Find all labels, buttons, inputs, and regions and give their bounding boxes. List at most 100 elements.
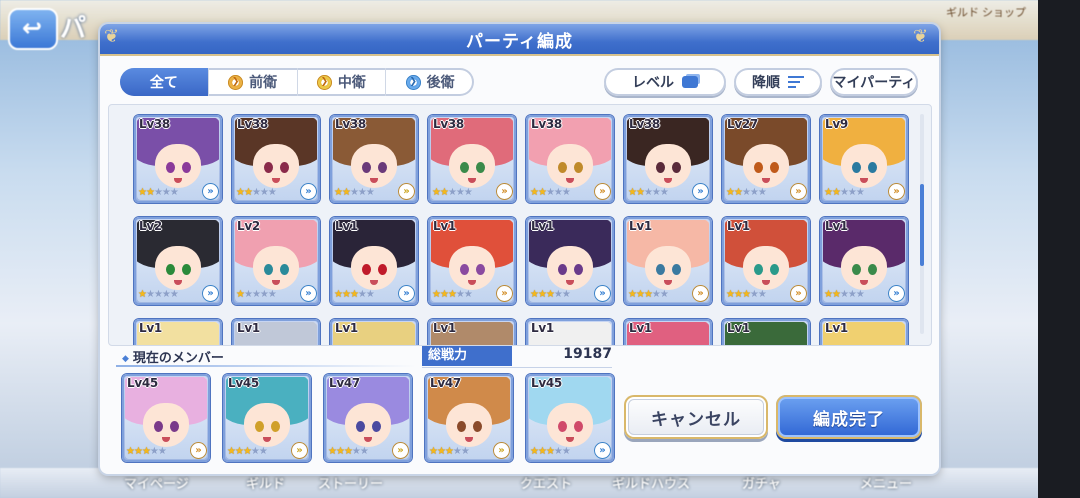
tab-rear[interactable]: ❯ 後衛 [386,68,474,96]
member-card[interactable]: Lv47 ★★★★★» [324,374,412,462]
front-position-icon: » [496,285,513,302]
level-label: Lv38 [139,117,170,131]
back-position-icon: » [594,442,611,459]
front-icon: ❯ [228,74,244,90]
character-card[interactable]: Lv1★★★★★» [428,217,516,305]
star-icon: ★ [855,187,865,198]
cancel-button[interactable]: キャンセル [624,395,768,439]
character-card[interactable]: Lv38 ★★★★★» [428,115,516,203]
nav-gacha[interactable]: ガチャ [742,473,781,492]
portrait-eye [264,162,273,173]
character-card[interactable]: Lv1★★★★★» [134,319,222,345]
character-card[interactable]: Lv1★★★★★» [624,217,712,305]
star-rating: ★★★★★ [726,187,767,198]
portrait-eye [770,264,779,275]
my-party-button[interactable]: マイパーティ [830,68,918,96]
star-rating: ★★★★★ [227,446,268,457]
star-icon: ★ [227,446,236,457]
character-card[interactable]: Lv1★★★★★» [526,217,614,305]
cards-icon [682,76,698,88]
level-label: Lv47 [430,376,461,390]
star-rating: ★★★★★ [126,446,167,457]
portrait-eye [378,162,387,173]
star-icon: ★ [259,289,269,300]
character-roster[interactable]: Lv38 ★★★★★» Lv38 ★★★★★» Lv38 ★★★★★» Lv38 ★★★★★»… [108,104,932,346]
character-card[interactable]: Lv38 ★★★★★» [526,115,614,203]
back-button[interactable]: ↩ [8,8,58,50]
portrait-eye [574,162,583,173]
star-icon: ★ [651,187,661,198]
portrait-eye [656,162,665,173]
star-icon: ★ [726,289,735,300]
star-icon: ★ [169,187,179,198]
member-card[interactable]: Lv47 ★★★★★» [425,374,513,462]
character-card[interactable]: Lv1★★★★★» [820,319,908,345]
star-icon: ★ [236,289,245,300]
nav-menu[interactable]: メニュー [860,473,912,492]
tab-label: 全て [149,75,178,91]
character-card[interactable]: Lv2 ★★★★★» [232,217,320,305]
confirm-formation-button[interactable]: 編成完了 [776,395,922,439]
character-card[interactable]: Lv27 ★★★★★» [722,115,810,203]
back-position-icon: » [888,285,905,302]
star-icon: ★ [341,187,351,198]
level-label: Lv1 [433,219,456,233]
back-position-icon: » [202,285,219,302]
sort-order-button[interactable]: 降順 [734,68,822,96]
member-card[interactable]: Lv45 ★★★★★» [223,374,311,462]
star-icon: ★ [236,187,245,198]
star-icon: ★ [141,446,151,457]
back-position-icon: » [594,285,611,302]
portrait-eye [170,421,179,432]
star-icon: ★ [328,446,337,457]
portrait-eye [255,421,264,432]
level-label: Lv45 [127,376,158,390]
nav-mypage[interactable]: マイページ [124,473,189,492]
portrait-eye [754,264,763,275]
star-rating: ★★★★★ [138,289,179,300]
character-card[interactable]: Lv38 ★★★★★» [232,115,320,203]
star-icon: ★ [251,187,261,198]
character-card[interactable]: Lv1★★★★★» [428,319,516,345]
nav-story[interactable]: ストーリー [318,473,383,492]
nav-guildhouse[interactable]: ギルドハウス [612,473,690,492]
tab-middle[interactable]: ❯ 中衛 [298,68,387,96]
scrollbar-thumb[interactable] [920,184,924,266]
member-card[interactable]: Lv45 ★★★★★» [526,374,614,462]
portrait-eye [372,421,381,432]
character-card[interactable]: Lv9 ★★★★★» [820,115,908,203]
member-card[interactable]: Lv45 ★★★★★» [122,374,210,462]
sort-icon [788,76,804,88]
star-icon: ★ [530,289,539,300]
star-icon: ★ [343,446,353,457]
character-card[interactable]: Lv38 ★★★★★» [330,115,418,203]
role-filter-tabs: 全て ❯ 前衛 ❯ 中衛 ❯ 後衛 [120,68,474,96]
roster-scrollbar[interactable] [920,114,924,334]
character-card[interactable]: Lv1★★★★★» [820,217,908,305]
character-card[interactable]: Lv1★★★★★» [722,217,810,305]
character-card[interactable]: Lv1★★★★★» [330,319,418,345]
tab-front[interactable]: ❯ 前衛 [209,68,298,96]
portrait-eye [770,162,779,173]
star-rating: ★★★★★ [628,187,669,198]
character-card[interactable]: Lv2 ★★★★★» [134,217,222,305]
character-card[interactable]: Lv1★★★★★» [526,319,614,345]
star-rating: ★★★★★ [726,289,767,300]
character-card[interactable]: Lv1★★★★★» [624,319,712,345]
character-card[interactable]: Lv1★★★★★» [232,319,320,345]
character-card[interactable]: Lv38 ★★★★★» [134,115,222,203]
tab-all[interactable]: 全て [120,68,209,96]
portrait-eye [362,162,371,173]
portrait-eye [356,421,365,432]
star-icon: ★ [169,289,179,300]
character-card[interactable]: Lv1★★★★★» [330,217,418,305]
character-card[interactable]: Lv1★★★★★» [722,319,810,345]
character-card[interactable]: Lv38 ★★★★★» [624,115,712,203]
level-sort-button[interactable]: レベル [604,68,726,96]
star-icon: ★ [847,187,857,198]
star-icon: ★ [628,289,637,300]
ornament-icon: ❦ [913,26,929,47]
nav-quest[interactable]: クエスト [520,473,572,492]
nav-guild[interactable]: ギルド [246,473,285,492]
my-party-label: マイパーティ [832,75,916,91]
